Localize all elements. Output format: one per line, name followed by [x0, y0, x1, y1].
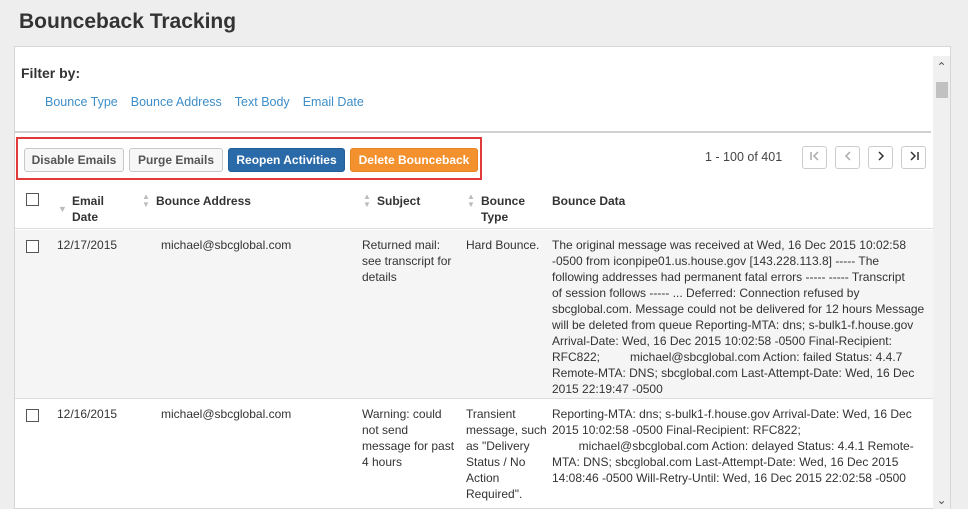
subject: Warning: could not send message for past… [362, 407, 455, 469]
sort-icon: ▲ ▼ [142, 192, 150, 209]
purge-emails-button[interactable]: Purge Emails [129, 148, 223, 172]
bounceback-panel: Filter by: Bounce Type Bounce Address Te… [14, 46, 951, 509]
scroll-thumb[interactable] [936, 82, 948, 98]
email-date: 12/17/2015 [57, 238, 118, 252]
last-page-icon[interactable] [901, 146, 926, 169]
page-title: Bounceback Tracking [19, 10, 237, 33]
header-email-date[interactable]: ▼ Email Date [58, 193, 104, 225]
table-row[interactable]: 12/17/2015 michael@sbcglobal.com Returne… [15, 230, 933, 399]
delete-bounceback-button[interactable]: Delete Bounceback [350, 148, 478, 172]
sort-icon: ▲ ▼ [467, 192, 475, 209]
bounce-data: Reporting-MTA: dns; s-bulk1-f.house.gov … [552, 407, 914, 485]
bounce-data: The original message was received at Wed… [552, 238, 925, 396]
table-header: ▼ Email Date ▲ ▼ Bounce Address ▲ ▼ Subjec… [15, 185, 933, 229]
header-subject[interactable]: ▲ ▼ Subject [363, 193, 420, 209]
filter-email-date-link[interactable]: Email Date [303, 95, 364, 109]
action-button-group: Disable Emails Purge Emails Reopen Activ… [16, 137, 482, 180]
header-bounce-type[interactable]: ▲ ▼ Bounce Type [467, 193, 525, 225]
select-all-checkbox[interactable] [26, 193, 39, 206]
filter-links: Bounce Type Bounce Address Text Body Ema… [45, 95, 364, 109]
filter-label: Filter by: [21, 65, 81, 81]
next-page-icon[interactable] [868, 146, 893, 169]
table-row[interactable]: 12/16/2015 michael@sbcglobal.com Warning… [15, 399, 933, 508]
sort-icon: ▲ ▼ [363, 192, 371, 209]
bounce-type: Hard Bounce. [466, 238, 540, 252]
disable-emails-button[interactable]: Disable Emails [24, 148, 124, 172]
sort-desc-icon: ▼ [58, 204, 67, 214]
bounce-type: Transient message, such as "Delivery Sta… [466, 407, 547, 501]
email-date: 12/16/2015 [57, 407, 118, 421]
header-bounce-address[interactable]: ▲ ▼ Bounce Address [142, 193, 251, 209]
first-page-icon[interactable] [802, 146, 827, 169]
reopen-activities-button[interactable]: Reopen Activities [228, 148, 345, 172]
header-bounce-data: Bounce Data [552, 194, 626, 208]
subject: Returned mail: see transcript for detail… [362, 238, 452, 284]
row-checkbox[interactable] [26, 409, 39, 422]
pager-range: 1 - 100 of 401 [705, 150, 783, 164]
bounce-address: michael@sbcglobal.com [161, 407, 292, 421]
filter-bounce-type-link[interactable]: Bounce Type [45, 95, 118, 109]
scroll-up-icon[interactable]: ⌃ [933, 60, 950, 74]
scroll-down-icon[interactable]: ⌄ [933, 493, 950, 507]
divider [15, 131, 931, 133]
prev-page-icon[interactable] [835, 146, 860, 169]
filter-bounce-address-link[interactable]: Bounce Address [131, 95, 222, 109]
bounce-address: michael@sbcglobal.com [161, 238, 292, 252]
filter-text-body-link[interactable]: Text Body [235, 95, 290, 109]
row-checkbox[interactable] [26, 240, 39, 253]
vertical-scrollbar[interactable]: ⌃ ⌄ [933, 56, 950, 509]
